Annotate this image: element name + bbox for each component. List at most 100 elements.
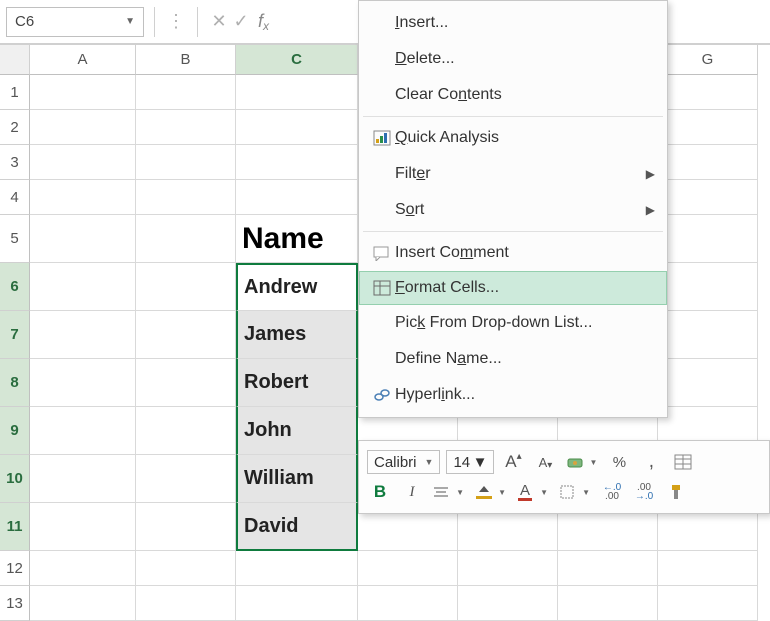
- ctx-define-name[interactable]: Define Name...: [359, 341, 667, 377]
- cell[interactable]: [136, 311, 236, 359]
- cell[interactable]: [658, 263, 758, 311]
- cell[interactable]: [30, 586, 136, 621]
- cell-C9[interactable]: John: [236, 407, 358, 455]
- row-header-10[interactable]: 10: [0, 455, 30, 503]
- name-box-dropdown-icon[interactable]: ▼: [125, 16, 135, 27]
- select-all-corner[interactable]: [0, 45, 30, 75]
- cell[interactable]: [658, 359, 758, 407]
- cell[interactable]: [136, 503, 236, 551]
- more-icon[interactable]: ⋮: [165, 11, 187, 32]
- cell[interactable]: [136, 145, 236, 180]
- increase-font-icon[interactable]: A▴: [500, 450, 526, 474]
- cell[interactable]: [30, 215, 136, 263]
- cell[interactable]: [30, 503, 136, 551]
- accounting-format-button[interactable]: ▼: [564, 450, 600, 474]
- ctx-insert[interactable]: Insert...: [359, 5, 667, 41]
- bold-button[interactable]: B: [367, 480, 393, 504]
- ctx-delete[interactable]: Delete...: [359, 41, 667, 77]
- cell[interactable]: [30, 311, 136, 359]
- cell[interactable]: [658, 551, 758, 586]
- ctx-format-cells[interactable]: Format Cells...: [359, 271, 667, 305]
- row-header-9[interactable]: 9: [0, 407, 30, 455]
- cell[interactable]: [136, 586, 236, 621]
- cell[interactable]: [30, 110, 136, 145]
- cell[interactable]: [658, 586, 758, 621]
- borders-button[interactable]: ▼: [557, 480, 593, 504]
- row-header-2[interactable]: 2: [0, 110, 30, 145]
- row-header-3[interactable]: 3: [0, 145, 30, 180]
- column-header-G[interactable]: G: [658, 45, 758, 75]
- cell-C5-header[interactable]: Name: [236, 215, 358, 263]
- cell[interactable]: [558, 586, 658, 621]
- cell[interactable]: [658, 180, 758, 215]
- cell[interactable]: [236, 586, 358, 621]
- cell[interactable]: [658, 215, 758, 263]
- format-painter-button[interactable]: [663, 480, 689, 504]
- cell[interactable]: [30, 180, 136, 215]
- cell-C10[interactable]: William: [236, 455, 358, 503]
- cell[interactable]: [236, 110, 358, 145]
- cell-C7[interactable]: James: [236, 311, 358, 359]
- cell[interactable]: [136, 110, 236, 145]
- cell[interactable]: [236, 551, 358, 586]
- cell[interactable]: [236, 75, 358, 110]
- ctx-clear-contents[interactable]: Clear Contents: [359, 77, 667, 113]
- cancel-icon[interactable]: ✕: [208, 11, 230, 32]
- fill-color-button[interactable]: ▼: [473, 480, 509, 504]
- cell[interactable]: [136, 551, 236, 586]
- row-header-1[interactable]: 1: [0, 75, 30, 110]
- ctx-hyperlink[interactable]: Hyperlink...: [359, 377, 667, 413]
- ctx-filter[interactable]: Filter ▶: [359, 156, 667, 192]
- align-button[interactable]: ▼: [431, 480, 467, 504]
- row-header-6[interactable]: 6: [0, 263, 30, 311]
- row-header-7[interactable]: 7: [0, 311, 30, 359]
- cell[interactable]: [30, 75, 136, 110]
- ctx-insert-comment[interactable]: Insert Comment: [359, 235, 667, 271]
- cell-C8[interactable]: Robert: [236, 359, 358, 407]
- comma-button[interactable]: ,: [638, 450, 664, 474]
- cell-C11[interactable]: David: [236, 503, 358, 551]
- column-header-C[interactable]: C: [236, 45, 358, 75]
- cell[interactable]: [458, 586, 558, 621]
- font-size-picker[interactable]: 14 ▼: [446, 450, 494, 474]
- row-header-5[interactable]: 5: [0, 215, 30, 263]
- decrease-font-icon[interactable]: A▾: [532, 450, 558, 474]
- cell[interactable]: [658, 311, 758, 359]
- cell[interactable]: [658, 75, 758, 110]
- cell[interactable]: [236, 180, 358, 215]
- cell[interactable]: [558, 551, 658, 586]
- format-table-button[interactable]: [670, 450, 696, 474]
- cell[interactable]: [358, 586, 458, 621]
- cell[interactable]: [30, 359, 136, 407]
- cell[interactable]: [136, 215, 236, 263]
- cell[interactable]: [136, 75, 236, 110]
- fx-icon[interactable]: fx: [252, 11, 269, 32]
- cell[interactable]: [458, 551, 558, 586]
- font-picker[interactable]: Calibri ▼: [367, 450, 440, 474]
- column-header-A[interactable]: A: [30, 45, 136, 75]
- ctx-pick-from-list[interactable]: Pick From Drop-down List...: [359, 305, 667, 341]
- cell[interactable]: [658, 110, 758, 145]
- percent-button[interactable]: %: [606, 450, 632, 474]
- cell[interactable]: [136, 407, 236, 455]
- cell[interactable]: [236, 145, 358, 180]
- row-header-12[interactable]: 12: [0, 551, 30, 586]
- decrease-decimal-button[interactable]: .00→.0: [631, 480, 657, 504]
- cell[interactable]: [136, 263, 236, 311]
- cell-C6[interactable]: Andrew: [236, 263, 358, 311]
- cell[interactable]: [30, 551, 136, 586]
- cell[interactable]: [136, 455, 236, 503]
- row-header-4[interactable]: 4: [0, 180, 30, 215]
- italic-button[interactable]: I: [399, 480, 425, 504]
- column-header-B[interactable]: B: [136, 45, 236, 75]
- cell[interactable]: [30, 407, 136, 455]
- name-box[interactable]: C6 ▼: [6, 7, 144, 37]
- ctx-sort[interactable]: Sort ▶: [359, 192, 667, 228]
- increase-decimal-button[interactable]: ←.0.00: [599, 480, 625, 504]
- cell[interactable]: [30, 145, 136, 180]
- enter-icon[interactable]: ✓: [230, 11, 252, 32]
- row-header-13[interactable]: 13: [0, 586, 30, 621]
- cell[interactable]: [136, 359, 236, 407]
- cell[interactable]: [136, 180, 236, 215]
- cell[interactable]: [30, 455, 136, 503]
